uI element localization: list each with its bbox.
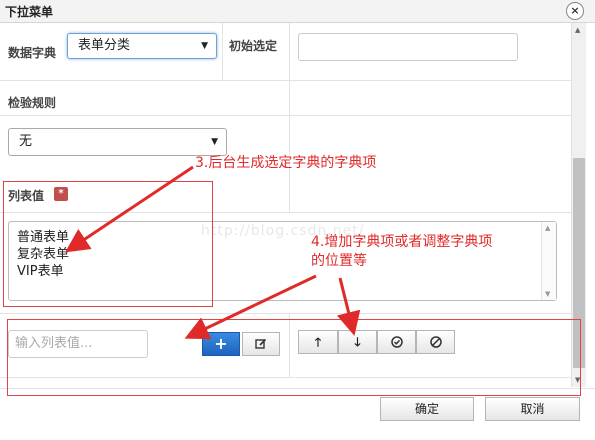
scroll-up-icon[interactable]: ▲	[575, 26, 580, 34]
list-scrollbar[interactable]: ▲ ▼	[541, 222, 556, 300]
dict-label: 数据字典	[8, 46, 57, 60]
chevron-down-icon: ▼	[201, 41, 208, 51]
scroll-down-icon[interactable]: ▼	[545, 290, 550, 298]
column-divider	[289, 23, 290, 213]
cancel-button[interactable]: 取消	[485, 397, 580, 421]
column-divider	[222, 23, 223, 80]
dict-select-value: 表单分类	[78, 38, 131, 53]
row-divider	[0, 313, 571, 314]
dict-select[interactable]: 表单分类 ▼	[67, 33, 217, 59]
ok-button[interactable]: 确定	[380, 397, 474, 421]
close-icon[interactable]: ×	[566, 2, 584, 20]
init-label: 初始选定	[229, 39, 278, 53]
validation-select-value: 无	[19, 134, 33, 149]
dialog-title: 下拉菜单	[5, 5, 54, 19]
title-bar: 下拉菜单 ×	[0, 0, 595, 23]
annotation-note-4-line1: 4.增加字典项或者调整字典项	[311, 234, 493, 250]
row-divider	[0, 80, 571, 81]
validation-label: 检验规则	[8, 96, 57, 110]
init-select-field[interactable]	[298, 33, 518, 61]
scroll-up-icon[interactable]: ▲	[545, 224, 550, 232]
annotation-note-3: 3.后台生成选定字典的字典项	[195, 155, 377, 171]
annotation-box-list	[3, 181, 213, 307]
annotation-box-toolbar	[7, 319, 581, 396]
row-divider	[0, 115, 571, 116]
chevron-down-icon: ▼	[211, 137, 218, 147]
validation-select[interactable]: 无 ▼	[8, 128, 227, 156]
annotation-note-4-line2: 的位置等	[311, 253, 367, 269]
